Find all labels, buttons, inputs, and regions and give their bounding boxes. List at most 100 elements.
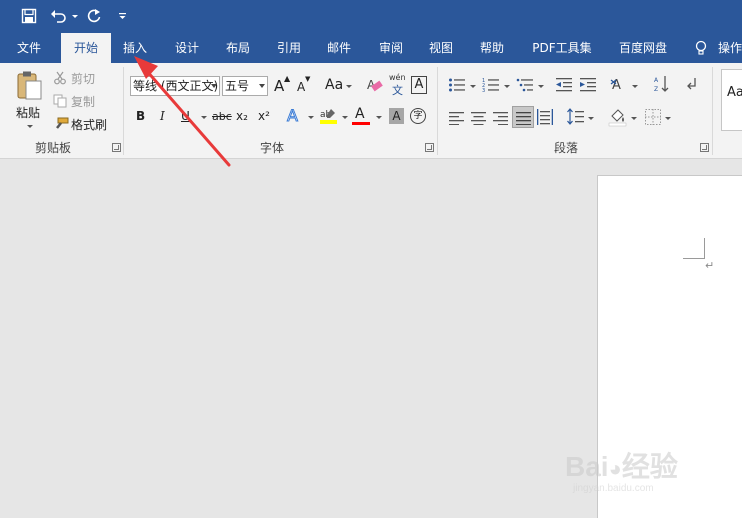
show-marks-icon[interactable]: [686, 77, 698, 97]
paste-dropdown-icon[interactable]: [27, 125, 33, 128]
underline-dropdown-icon[interactable]: [201, 116, 207, 119]
ribbon-tab-bar: 文件 开始 插入 设计 布局 引用 邮件 审阅 视图 帮助 PDF工具集 百度网…: [0, 33, 742, 63]
cut-button[interactable]: 剪切: [71, 70, 95, 87]
subscript-button[interactable]: x₂: [236, 109, 248, 123]
watermark-url: jingyan.baidu.com: [573, 483, 654, 494]
multilevel-dropdown-icon[interactable]: [538, 85, 544, 88]
save-icon[interactable]: [18, 5, 40, 27]
grow-font-arrow-icon: ▲: [284, 74, 291, 83]
clipboard-group-label: 剪贴板: [35, 141, 72, 155]
bullets-icon[interactable]: [448, 77, 466, 97]
lightbulb-icon: [695, 40, 707, 55]
font-color-dropdown-icon[interactable]: [376, 116, 382, 119]
underline-button[interactable]: U: [181, 109, 190, 123]
font-color-swatch: [352, 122, 370, 125]
tab-file[interactable]: 文件: [8, 33, 50, 63]
tab-pdf-tools[interactable]: PDF工具集: [526, 33, 598, 63]
undo-dropdown-icon[interactable]: [72, 15, 78, 18]
font-name-value: 等线 (西文正文): [133, 79, 219, 93]
align-left-icon[interactable]: [449, 110, 465, 129]
paragraph-launcher-icon[interactable]: [700, 143, 709, 152]
tell-me-label: 操作: [718, 41, 742, 55]
tab-home[interactable]: 开始: [61, 33, 111, 63]
distributed-icon[interactable]: [537, 109, 553, 129]
borders-icon[interactable]: [645, 109, 661, 129]
format-painter-button[interactable]: 格式刷: [71, 116, 107, 133]
phonetic-guide-top[interactable]: wén: [389, 73, 406, 82]
phonetic-guide-bottom[interactable]: 文: [392, 82, 403, 98]
clear-formatting-icon[interactable]: A: [366, 76, 384, 98]
change-case-dropdown-icon[interactable]: [346, 85, 352, 88]
tab-review[interactable]: 审阅: [370, 33, 412, 63]
change-case-button[interactable]: Aa: [325, 77, 343, 93]
highlight-dropdown-icon[interactable]: [342, 116, 348, 119]
style-preview: Aa: [727, 85, 742, 100]
asian-layout-icon[interactable]: A: [610, 76, 630, 98]
font-color-button[interactable]: A: [355, 106, 365, 122]
numbering-icon[interactable]: 123: [482, 77, 500, 97]
align-center-icon[interactable]: [471, 110, 487, 129]
svg-text:A: A: [654, 77, 659, 84]
paste-icon[interactable]: [15, 70, 45, 106]
tab-layout[interactable]: 布局: [217, 33, 259, 63]
redo-icon[interactable]: [83, 5, 105, 27]
font-size-value: 五号: [225, 79, 250, 93]
tab-design[interactable]: 设计: [166, 33, 208, 63]
svg-text:3: 3: [482, 88, 485, 93]
shading-icon[interactable]: [608, 107, 628, 131]
font-launcher-icon[interactable]: [425, 143, 434, 152]
copy-button[interactable]: 复制: [71, 93, 95, 110]
shrink-font-button[interactable]: A: [297, 80, 305, 94]
multilevel-list-icon[interactable]: [516, 77, 534, 97]
line-spacing-icon[interactable]: [567, 108, 585, 130]
highlight-icon[interactable]: ab: [319, 106, 339, 130]
quick-access-toolbar: [0, 0, 742, 33]
font-size-combo[interactable]: 五号: [222, 76, 268, 96]
shading-dropdown-icon[interactable]: [631, 117, 637, 120]
group-separator: [712, 67, 713, 155]
justify-icon[interactable]: [512, 106, 534, 128]
align-right-icon[interactable]: [493, 110, 509, 129]
char-border-button[interactable]: A: [411, 76, 427, 94]
font-size-dropdown-icon[interactable]: [259, 84, 265, 88]
tab-insert[interactable]: 插入: [114, 33, 156, 63]
styles-gallery[interactable]: Aa: [721, 69, 742, 131]
enclose-characters-button[interactable]: 字: [410, 108, 426, 124]
font-group-label: 字体: [260, 141, 285, 155]
page-corner-mark: [683, 258, 704, 259]
line-spacing-dropdown-icon[interactable]: [588, 117, 594, 120]
watermark: Bai◕经验 jingyan.baidu.com: [565, 445, 725, 495]
undo-icon[interactable]: [48, 5, 70, 27]
tab-mailings[interactable]: 邮件: [318, 33, 360, 63]
decrease-indent-icon[interactable]: [555, 77, 573, 97]
text-effect-button[interactable]: A: [287, 106, 299, 126]
superscript-button[interactable]: x²: [258, 109, 270, 123]
tab-baidu-netdisk[interactable]: 百度网盘: [610, 33, 676, 63]
asian-layout-dropdown-icon[interactable]: [632, 85, 638, 88]
customize-qat-icon[interactable]: [112, 5, 134, 27]
paste-label[interactable]: 粘贴: [16, 104, 40, 121]
borders-dropdown-icon[interactable]: [665, 117, 671, 120]
sort-icon[interactable]: AZ: [653, 75, 671, 97]
char-shading-button[interactable]: A: [389, 108, 404, 124]
font-name-combo[interactable]: 等线 (西文正文): [130, 76, 220, 96]
svg-text:A: A: [612, 78, 621, 93]
grow-font-button[interactable]: A: [274, 77, 284, 95]
bold-button[interactable]: B: [136, 109, 145, 123]
increase-indent-icon[interactable]: [579, 77, 597, 97]
clipboard-launcher-icon[interactable]: [112, 143, 121, 152]
page-corner-mark: [704, 238, 705, 259]
font-name-dropdown-icon[interactable]: [211, 84, 217, 88]
svg-text:Z: Z: [654, 86, 658, 93]
tell-me-box[interactable]: 操作: [690, 33, 742, 63]
text-effect-dropdown-icon[interactable]: [308, 116, 314, 119]
paragraph-mark-icon: ↵: [705, 259, 715, 272]
bullets-dropdown-icon[interactable]: [470, 85, 476, 88]
tab-view[interactable]: 视图: [420, 33, 462, 63]
paragraph-group-label: 段落: [554, 141, 579, 155]
numbering-dropdown-icon[interactable]: [504, 85, 510, 88]
strikethrough-button[interactable]: abc: [212, 110, 232, 123]
tab-help[interactable]: 帮助: [471, 33, 513, 63]
tab-references[interactable]: 引用: [268, 33, 310, 63]
italic-button[interactable]: I: [160, 109, 165, 123]
